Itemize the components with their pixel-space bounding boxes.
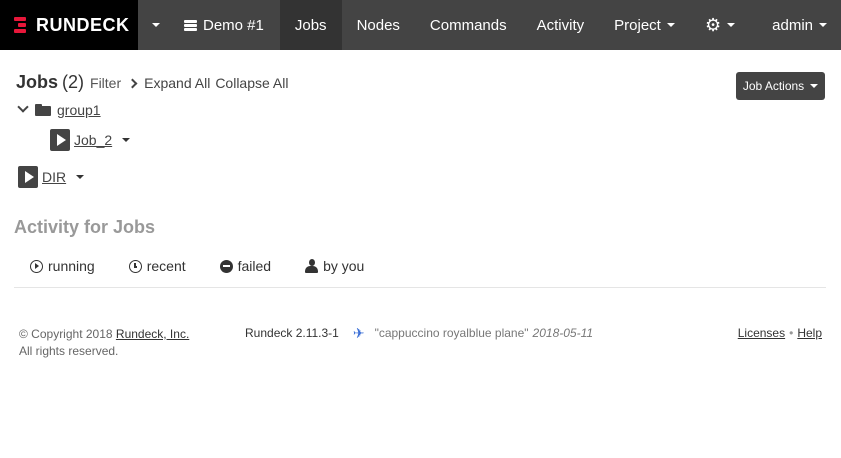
tab-failed-label: failed bbox=[237, 258, 272, 274]
version-info: Rundeck 2.11.3-1 ✈ "cappuccino royalblue… bbox=[245, 326, 593, 340]
project-home-link[interactable]: Demo #1 bbox=[174, 0, 280, 50]
company-link[interactable]: Rundeck, Inc. bbox=[116, 327, 189, 341]
nav-activity[interactable]: Activity bbox=[522, 0, 600, 50]
filter-link[interactable]: Filter bbox=[90, 75, 121, 91]
tab-recent-label: recent bbox=[146, 258, 186, 274]
run-job-button[interactable] bbox=[50, 129, 70, 151]
job-menu-caret-icon[interactable] bbox=[122, 138, 131, 142]
nav-activity-label: Activity bbox=[536, 16, 585, 34]
tab-failed[interactable]: failed bbox=[219, 258, 272, 274]
rundeck-logo-icon bbox=[14, 17, 28, 33]
jobs-header: Jobs (2) Filter Expand All Collapse All bbox=[16, 72, 293, 93]
help-link[interactable]: Help bbox=[797, 326, 822, 340]
job-link[interactable]: DIR bbox=[42, 169, 66, 185]
run-job-button[interactable] bbox=[18, 166, 38, 188]
job-group[interactable]: group1 bbox=[17, 101, 101, 118]
nav-jobs-label: Jobs bbox=[294, 16, 327, 34]
caret-down-icon bbox=[727, 23, 736, 27]
tab-by-you-label: by you bbox=[323, 258, 365, 274]
codename-text: "cappuccino royalblue plane" bbox=[374, 326, 529, 340]
nav-jobs[interactable]: Jobs bbox=[279, 0, 342, 50]
release-date: 2018-05-11 bbox=[532, 326, 594, 340]
nav-nodes[interactable]: Nodes bbox=[342, 0, 415, 50]
caret-down-icon bbox=[810, 84, 819, 88]
nav-project[interactable]: Project bbox=[599, 0, 690, 50]
brand-logo[interactable]: RUNDECK bbox=[0, 0, 138, 50]
page-title: Jobs bbox=[16, 72, 59, 92]
chevron-right-icon bbox=[127, 78, 138, 89]
gear-icon: ⚙ bbox=[705, 15, 722, 35]
clock-icon bbox=[128, 259, 142, 273]
user-icon bbox=[305, 259, 319, 273]
top-navbar: RUNDECK Demo #1 Jobs Nodes Commands Acti… bbox=[0, 0, 841, 50]
brand-text: RUNDECK bbox=[36, 14, 130, 35]
tab-running[interactable]: running bbox=[30, 258, 95, 274]
play-icon bbox=[24, 171, 34, 183]
settings-menu[interactable]: ⚙ bbox=[690, 0, 757, 50]
caret-down-icon bbox=[819, 23, 827, 27]
job-actions-button[interactable]: Job Actions bbox=[736, 72, 825, 100]
tab-by-you[interactable]: by you bbox=[305, 258, 364, 274]
caret-down-icon bbox=[152, 23, 160, 27]
activity-title: Activity for Jobs bbox=[14, 217, 156, 237]
tab-running-label: running bbox=[48, 258, 95, 274]
separator: • bbox=[789, 326, 794, 340]
user-name: admin bbox=[772, 16, 813, 34]
user-menu[interactable]: admin bbox=[757, 0, 841, 50]
folder-open-icon bbox=[35, 104, 51, 116]
play-icon bbox=[56, 134, 66, 146]
activity-tabs: running recent failed by you bbox=[30, 258, 398, 274]
server-icon bbox=[184, 19, 197, 31]
job-row: DIR bbox=[18, 166, 85, 188]
plane-icon: ✈ bbox=[352, 325, 365, 341]
rights-text: All rights reserved. bbox=[19, 344, 119, 358]
nav-commands[interactable]: Commands bbox=[415, 0, 522, 50]
jobs-count: (2) bbox=[62, 72, 85, 92]
copyright: © Copyright 2018 Rundeck, Inc. All right… bbox=[19, 326, 189, 360]
job-menu-caret-icon[interactable] bbox=[76, 175, 85, 179]
project-name: Demo #1 bbox=[203, 16, 264, 34]
tab-recent[interactable]: recent bbox=[128, 258, 186, 274]
project-dropdown-toggle[interactable] bbox=[138, 0, 174, 50]
job-link[interactable]: Job_2 bbox=[74, 132, 112, 148]
copyright-text: © Copyright 2018 bbox=[19, 327, 113, 341]
job-actions-label: Job Actions bbox=[742, 79, 805, 93]
nav-project-label: Project bbox=[614, 16, 661, 34]
footer-links: Licenses • Help bbox=[738, 326, 822, 340]
minus-circle-icon bbox=[219, 259, 233, 273]
version-text: Rundeck 2.11.3-1 bbox=[245, 326, 339, 340]
caret-down-icon bbox=[666, 23, 675, 27]
group-link[interactable]: group1 bbox=[57, 102, 101, 118]
play-circle-icon bbox=[30, 259, 43, 273]
collapse-all-link[interactable]: Collapse All bbox=[215, 75, 288, 91]
nav-commands-label: Commands bbox=[429, 16, 507, 34]
nav-nodes-label: Nodes bbox=[356, 16, 400, 34]
expand-all-link[interactable]: Expand All bbox=[144, 75, 210, 91]
licenses-link[interactable]: Licenses bbox=[738, 326, 785, 340]
job-row: Job_2 bbox=[50, 129, 131, 151]
chevron-down-icon[interactable] bbox=[17, 101, 29, 113]
divider bbox=[14, 287, 826, 288]
